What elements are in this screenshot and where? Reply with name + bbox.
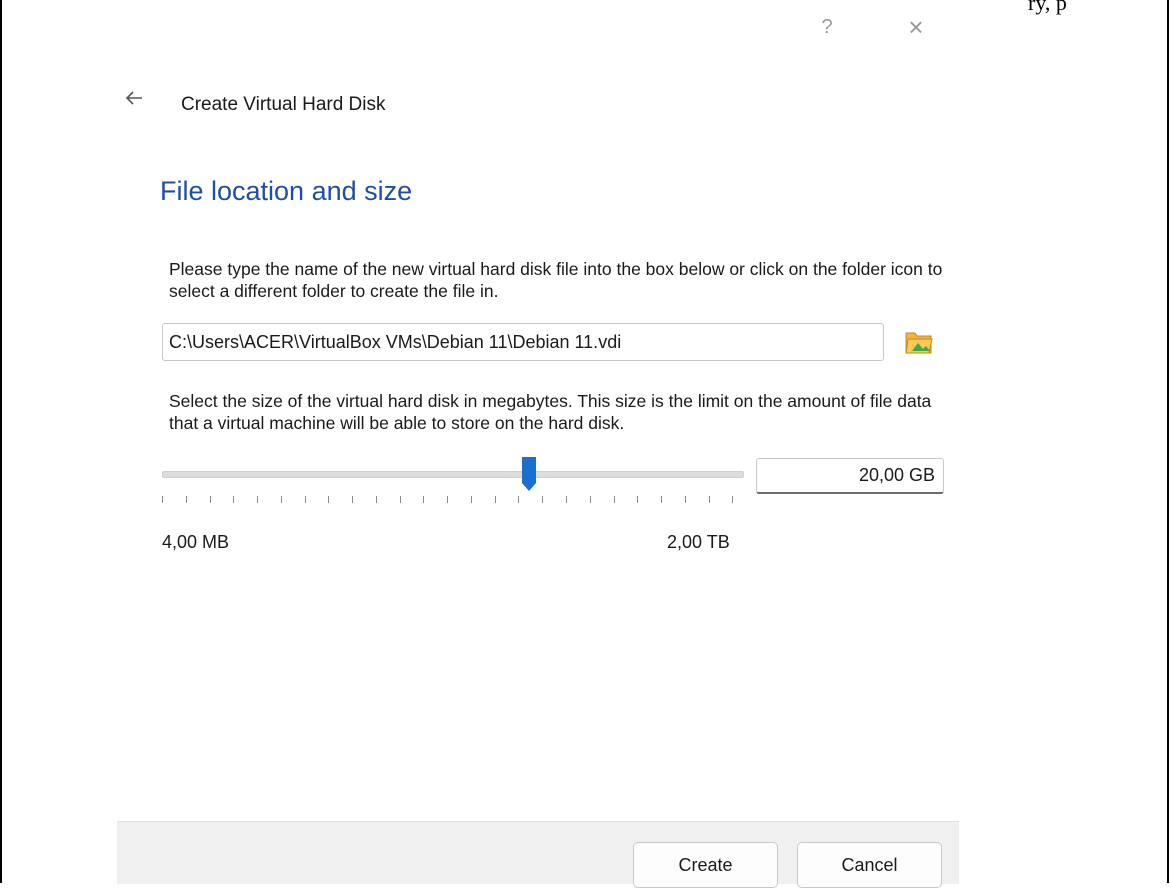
slider-tick: [304, 496, 306, 503]
back-button[interactable]: [119, 86, 149, 116]
slider-tick: [494, 496, 496, 503]
slider-tick: [328, 496, 330, 503]
slider-tick: [185, 496, 187, 503]
slider-tick: [542, 496, 544, 503]
slider-ticks: [162, 496, 744, 506]
page-border-right: [1167, 0, 1169, 883]
range-max-label: 2,00 TB: [667, 532, 730, 552]
create-virtual-hard-disk-dialog: ? × Create Virtual Hard Disk File locati…: [117, 0, 959, 888]
choose-folder-button[interactable]: [902, 325, 936, 359]
slider-tick: [661, 496, 663, 503]
slider-tick: [352, 496, 354, 503]
slider-tick: [732, 496, 734, 503]
slider-tick: [233, 496, 235, 503]
back-arrow-icon: [125, 91, 142, 105]
size-description: Select the size of the virtual hard disk…: [169, 391, 932, 433]
slider-tick: [708, 496, 710, 503]
slider-track: [162, 471, 744, 478]
location-description: Please type the name of the new virtual …: [169, 259, 943, 301]
background-document-text: ry, p: [1028, 0, 1067, 15]
wizard-title: Create Virtual Hard Disk: [181, 94, 386, 115]
slider-tick: [518, 496, 520, 503]
slider-tick: [280, 496, 282, 503]
slider-tick: [399, 496, 401, 503]
slider-tick: [684, 496, 686, 503]
help-button[interactable]: ?: [811, 12, 843, 42]
slider-tick: [589, 496, 591, 503]
cancel-button[interactable]: Cancel: [797, 842, 942, 888]
slider-tick: [257, 496, 259, 503]
slider-tick: [209, 496, 211, 503]
create-button[interactable]: Create: [633, 842, 778, 888]
slider-tick: [566, 496, 567, 503]
page-heading: File location and size: [160, 176, 413, 206]
slider-tick: [637, 496, 639, 503]
slider-tick: [470, 496, 472, 503]
folder-open-icon: [905, 332, 933, 354]
size-slider[interactable]: [162, 455, 744, 495]
close-button[interactable]: ×: [900, 12, 932, 42]
range-min-label: 4,00 MB: [162, 532, 230, 552]
file-path-input[interactable]: C:\Users\ACER\VirtualBox VMs\Debian 11\D…: [162, 323, 884, 361]
slider-tick: [162, 496, 163, 503]
size-input[interactable]: 20,00 GB: [756, 458, 944, 494]
slider-tick: [447, 496, 449, 503]
slider-tick: [423, 496, 425, 503]
dialog-footer: Create Cancel: [117, 821, 959, 888]
slider-tick: [375, 496, 377, 503]
slider-tick: [613, 496, 615, 503]
slider-handle[interactable]: [520, 457, 538, 493]
page-border-left: [0, 0, 2, 883]
